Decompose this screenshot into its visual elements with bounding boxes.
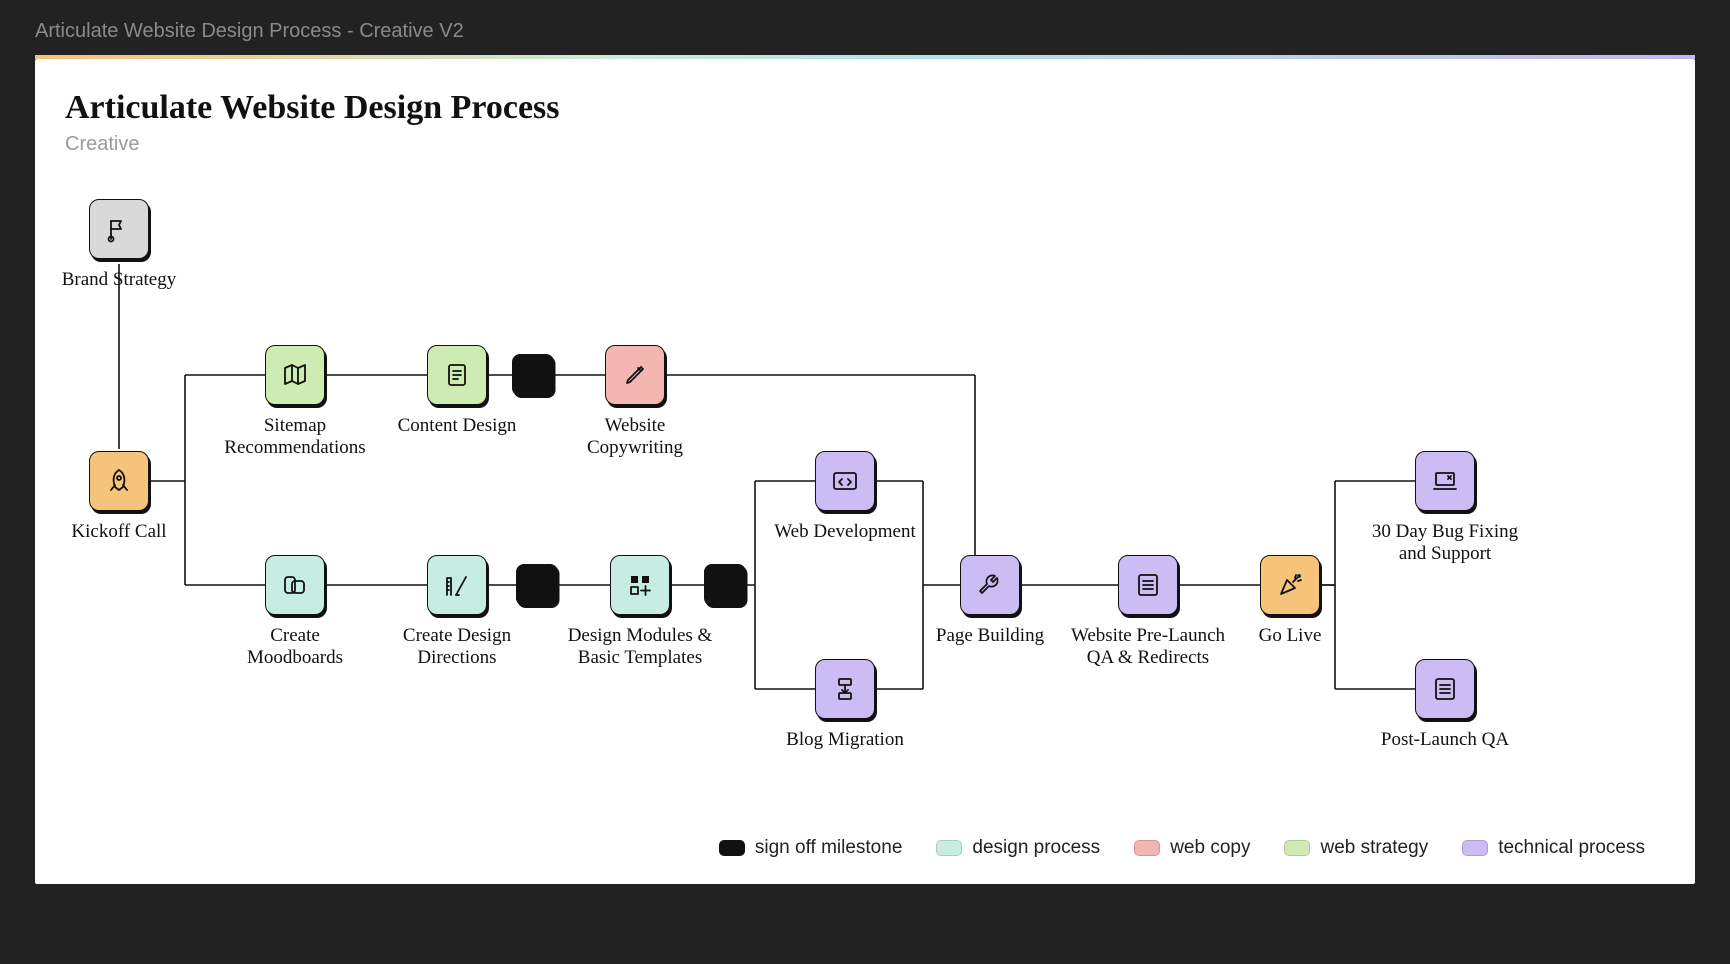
legend-label: sign off milestone — [755, 837, 903, 859]
node-brand-strategy[interactable]: Brand Strategy — [59, 199, 179, 291]
node-label: Brand Strategy — [59, 269, 179, 291]
node-blog-migration[interactable]: Blog Migration — [765, 659, 925, 751]
party-icon — [1260, 555, 1320, 615]
page-header: Articulate Website Design Process Creati… — [65, 89, 560, 156]
migrate-icon — [815, 659, 875, 719]
window-title: Articulate Website Design Process - Crea… — [35, 20, 1695, 50]
node-qa-redirects[interactable]: Website Pre-Launch QA & Redirects — [1063, 555, 1233, 669]
legend-swatch — [1134, 840, 1160, 856]
map-icon — [265, 345, 325, 405]
node-page-building[interactable]: Page Building — [915, 555, 1065, 647]
legend-swatch — [936, 840, 962, 856]
laptop-icon — [1415, 451, 1475, 511]
wrench-icon — [960, 555, 1020, 615]
ruler-icon — [427, 555, 487, 615]
check-doc-icon — [704, 564, 746, 606]
node-label: Post-Launch QA — [1360, 729, 1530, 751]
list-icon — [1415, 659, 1475, 719]
legend-label: web copy — [1170, 837, 1250, 859]
node-go-live[interactable]: Go Live — [1230, 555, 1350, 647]
swatch-icon — [265, 555, 325, 615]
legend-label: web strategy — [1320, 837, 1428, 859]
node-label: 30 Day Bug Fixing and Support — [1360, 521, 1530, 565]
node-post-launch-qa[interactable]: Post-Launch QA — [1355, 659, 1535, 751]
node-kickoff-call[interactable]: Kickoff Call — [59, 451, 179, 543]
flag-icon — [89, 199, 149, 259]
pencil-icon — [605, 345, 665, 405]
list-icon — [1118, 555, 1178, 615]
node-label: Website Pre-Launch QA & Redirects — [1063, 625, 1233, 669]
node-label: Kickoff Call — [59, 521, 179, 543]
node-label: Website Copywriting — [555, 415, 715, 459]
rocket-icon — [89, 451, 149, 511]
node-label: Page Building — [915, 625, 1065, 647]
diagram-canvas: Articulate Website Design Process Creati… — [35, 59, 1695, 884]
check-doc-icon — [512, 354, 554, 396]
legend-label: design process — [972, 837, 1100, 859]
node-copywriting[interactable]: Website Copywriting — [555, 345, 715, 459]
node-signoff-mid2[interactable] — [695, 564, 755, 606]
node-label: Design Modules & Basic Templates — [555, 625, 725, 669]
node-label: Sitemap Recommendations — [210, 415, 380, 459]
legend-label: technical process — [1498, 837, 1645, 859]
legend: sign off milestone design process web co… — [719, 837, 1645, 859]
legend-swatch — [1284, 840, 1310, 856]
node-label: Content Design — [377, 415, 537, 437]
page-title: Articulate Website Design Process — [65, 89, 560, 127]
doc-icon — [427, 345, 487, 405]
page-subtitle: Creative — [65, 133, 560, 156]
node-label: Create Design Directions — [377, 625, 537, 669]
legend-swatch — [1462, 840, 1488, 856]
legend-item-webstrategy: web strategy — [1284, 837, 1428, 859]
node-bug-fixing[interactable]: 30 Day Bug Fixing and Support — [1355, 451, 1535, 565]
node-label: Blog Migration — [765, 729, 925, 751]
code-icon — [815, 451, 875, 511]
node-sitemap[interactable]: Sitemap Recommendations — [205, 345, 385, 459]
legend-item-design: design process — [936, 837, 1100, 859]
grid-icon — [610, 555, 670, 615]
legend-item-technical: technical process — [1462, 837, 1645, 859]
legend-item-signoff: sign off milestone — [719, 837, 903, 859]
node-label: Web Development — [765, 521, 925, 543]
legend-swatch — [719, 840, 745, 856]
node-label: Create Moodboards — [220, 625, 370, 669]
node-signoff-top[interactable] — [503, 354, 563, 396]
legend-item-webcopy: web copy — [1134, 837, 1250, 859]
node-moodboards[interactable]: Create Moodboards — [220, 555, 370, 669]
node-web-dev[interactable]: Web Development — [765, 451, 925, 543]
node-label: Go Live — [1230, 625, 1350, 647]
